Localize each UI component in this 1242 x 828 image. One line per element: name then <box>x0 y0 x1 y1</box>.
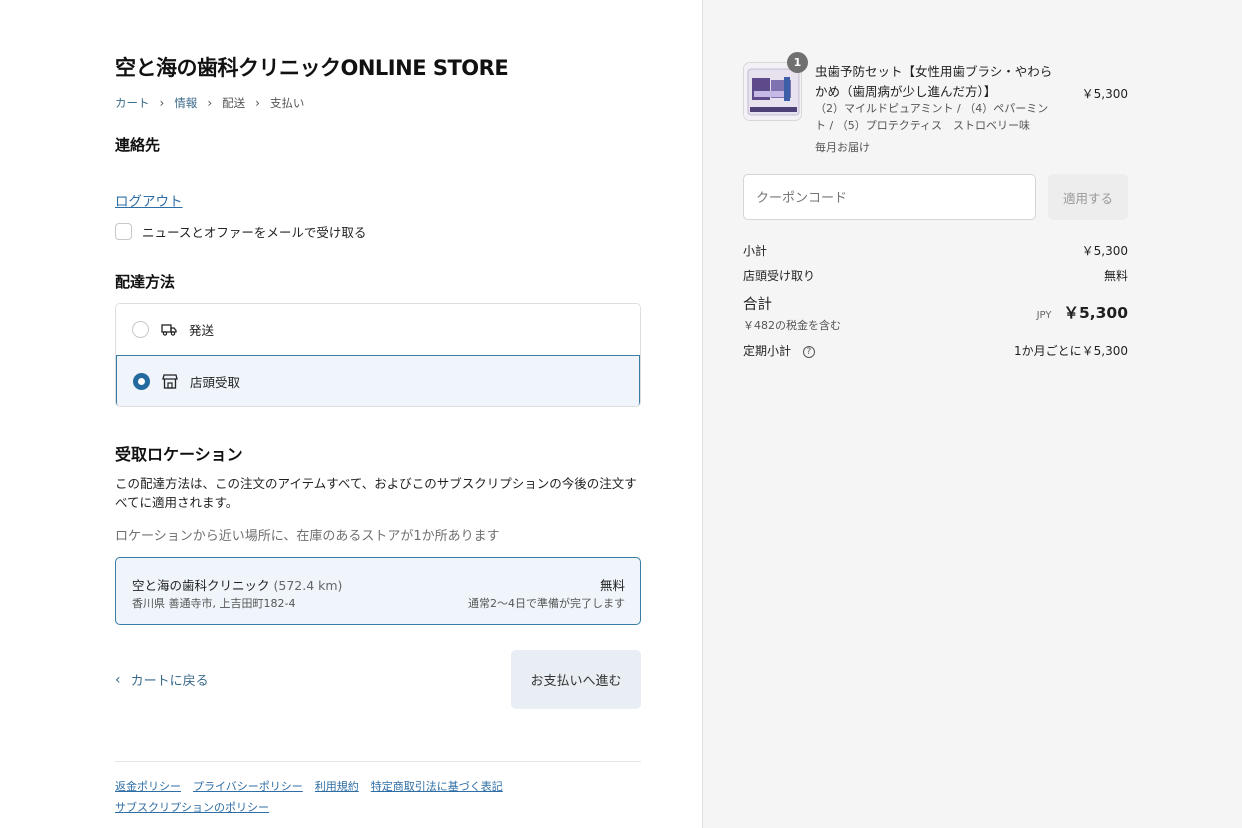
quantity-badge: 1 <box>787 52 808 73</box>
pickup-description: この配達方法は、この注文のアイテムすべて、およびこのサブスクリプションの今後の注… <box>115 476 637 510</box>
pickup-availability-note: ロケーションから近い場所に、在庫のあるストアが1か所あります <box>115 529 500 544</box>
back-to-cart-label: カートに戻る <box>130 674 209 689</box>
location-ready-time: 通常2～4日で準備が完了します <box>468 597 625 610</box>
breadcrumb-payment: 支払い <box>269 96 305 110</box>
delivery-heading: 配達方法 <box>115 273 176 291</box>
pickup-radio[interactable] <box>133 373 150 390</box>
newsletter-option[interactable]: ニュースとオファーをメールで受け取る <box>115 222 366 241</box>
truck-icon <box>161 322 177 338</box>
location-price: 無料 <box>599 578 625 593</box>
pickup-fee-value: 無料 <box>1103 269 1128 283</box>
location-name: 空と海の歯科クリニック (572.4 km) <box>132 575 342 594</box>
back-to-cart-link[interactable]: ‹ カートに戻る <box>115 670 209 690</box>
coupon-input[interactable] <box>743 174 1036 220</box>
chevron-right-icon: › <box>255 96 260 110</box>
currency-code: JPY <box>1036 310 1052 321</box>
recurring-subtotal-row: 定期小計 ? 1か月ごとに￥5,300 <box>743 342 1128 359</box>
product-frequency: 毎月お届け <box>815 141 870 154</box>
recurring-value: 1か月ごとに￥5,300 <box>1014 344 1128 358</box>
pickup-location-card[interactable]: 空と海の歯科クリニック (572.4 km) 香川県 善通寺市, 上吉田町182… <box>115 557 641 625</box>
delivery-method-group: 発送 店頭受取 <box>115 303 641 407</box>
logout-link[interactable]: ログアウト <box>115 190 183 210</box>
footer-links: 返金ポリシー プライバシーポリシー 利用規約 特定商取引法に基づく表記 サブスクリプシ… <box>115 776 641 818</box>
terms-link[interactable]: 利用規約 <box>315 776 359 797</box>
total-label: 合計 <box>743 297 772 313</box>
ship-radio[interactable] <box>132 321 149 338</box>
checkout-main: 空と海の歯科クリニックONLINE STORE カート › 情報 › 配送 › … <box>0 0 702 828</box>
breadcrumb: カート › 情報 › 配送 › 支払い <box>115 95 304 111</box>
total-amount: JPY ￥5,300 <box>1000 301 1128 323</box>
tax-note: ￥482の税金を含む <box>743 319 841 332</box>
subscription-policy-link[interactable]: サブスクリプションのポリシー <box>115 797 269 818</box>
location-address: 香川県 善通寺市, 上吉田町182-4 <box>132 597 296 610</box>
contact-heading: 連絡先 <box>115 136 161 154</box>
product-variant: （2）マイルドピュアミント / （4）ペパーミント / （5）プロテクティス ス… <box>815 102 1049 132</box>
location-distance: (572.4 km) <box>273 578 343 593</box>
newsletter-checkbox[interactable] <box>115 223 132 240</box>
privacy-policy-link[interactable]: プライバシーポリシー <box>193 776 303 797</box>
footer-divider <box>115 761 641 762</box>
breadcrumb-cart[interactable]: カート <box>115 95 150 111</box>
product-price: ￥5,300 <box>1081 87 1128 101</box>
subtotal-label: 小計 <box>743 244 768 258</box>
pickup-fee-label: 店頭受け取り <box>743 269 816 283</box>
pickup-option-label: 店頭受取 <box>190 375 241 390</box>
location-name-text: 空と海の歯科クリニック <box>132 578 270 593</box>
legal-notice-link[interactable]: 特定商取引法に基づく表記 <box>371 776 503 797</box>
help-icon[interactable]: ? <box>802 345 815 358</box>
recurring-label: 定期小計 <box>743 344 792 358</box>
chevron-right-icon: › <box>207 96 213 110</box>
delivery-option-ship[interactable]: 発送 <box>116 304 640 355</box>
store-icon <box>162 374 178 390</box>
pickup-fee-row: 店頭受け取り 無料 <box>743 267 1128 284</box>
delivery-option-pickup[interactable]: 店頭受取 <box>116 355 640 406</box>
breadcrumb-info[interactable]: 情報 <box>174 95 197 111</box>
refund-policy-link[interactable]: 返金ポリシー <box>115 776 181 797</box>
newsletter-label: ニュースとオファーをメールで受け取る <box>142 225 367 240</box>
store-title[interactable]: 空と海の歯科クリニックONLINE STORE <box>115 52 509 82</box>
chevron-left-icon: ‹ <box>115 671 121 688</box>
breadcrumb-shipping: 配送 <box>222 96 246 110</box>
ship-option-label: 発送 <box>189 323 215 338</box>
subtotal-value: ￥5,300 <box>1081 244 1128 258</box>
subtotal-row: 小計 ￥5,300 <box>743 242 1128 259</box>
total-value: ￥5,300 <box>1063 304 1128 322</box>
recurring-label-wrap: 定期小計 ? <box>743 342 815 359</box>
chevron-right-icon: › <box>159 96 165 110</box>
continue-to-payment-button[interactable]: お支払いへ進む <box>511 650 641 709</box>
apply-coupon-button[interactable]: 適用する <box>1048 174 1128 220</box>
pickup-heading: 受取ロケーション <box>115 445 243 464</box>
